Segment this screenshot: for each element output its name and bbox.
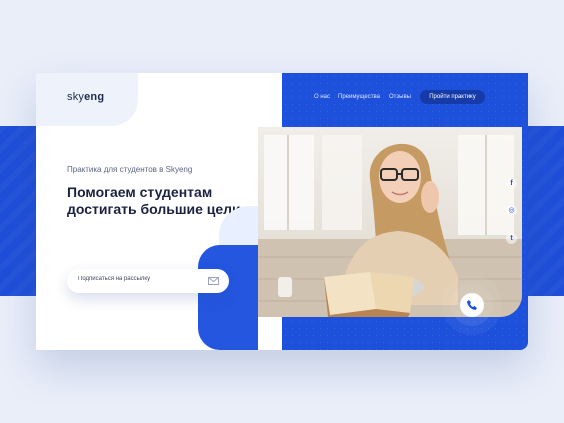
twitter-icon[interactable]: t — [506, 233, 517, 244]
instagram-icon[interactable]: ◎ — [506, 205, 517, 216]
student-illustration — [258, 135, 522, 317]
mail-icon[interactable] — [208, 277, 219, 285]
facebook-glyph: f — [510, 180, 513, 187]
facebook-icon[interactable]: f — [506, 178, 517, 189]
instagram-glyph: ◎ — [508, 207, 515, 214]
phone-icon — [467, 300, 477, 310]
newsletter-input[interactable] — [78, 276, 198, 282]
hero-photo — [258, 127, 522, 317]
landing-card: skyeng Практика для студентов в Skyeng П… — [36, 73, 528, 350]
nav-item-advantages[interactable]: Преимущества — [338, 94, 380, 100]
twitter-glyph: t — [510, 235, 513, 242]
nav-item-about[interactable]: О нас — [314, 94, 330, 100]
cta-button[interactable]: Пройти практику — [420, 90, 485, 104]
nav-item-reviews[interactable]: Отзывы — [389, 94, 411, 100]
logo-prefix: sky — [67, 91, 85, 103]
logo[interactable]: skyeng — [67, 91, 104, 103]
hero-subtitle: Практика для студентов в Skyeng — [67, 165, 193, 174]
call-button[interactable] — [460, 293, 484, 317]
top-nav: О нас Преимущества Отзывы Пройти практик… — [282, 73, 528, 123]
decor-blob-blue — [198, 245, 258, 350]
logo-suffix: eng — [84, 91, 105, 103]
newsletter-field — [67, 269, 229, 293]
